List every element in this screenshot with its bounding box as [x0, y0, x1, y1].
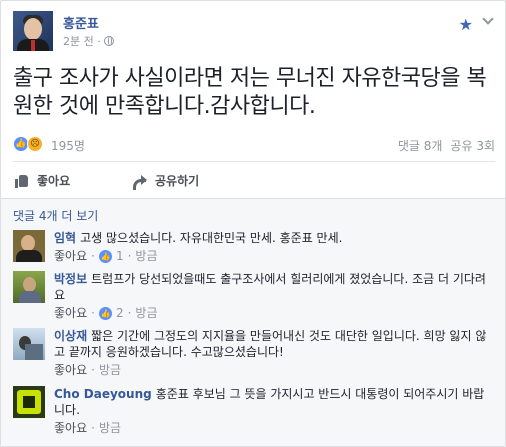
view-more-comments-link[interactable]: 댓글 4개 더 보기	[13, 207, 98, 224]
comments-count[interactable]: 댓글 8개	[398, 137, 443, 154]
comment-like-count[interactable]: 2	[116, 305, 124, 321]
separator: ·	[127, 249, 132, 263]
post-stats: 댓글 8개 공유 3회	[398, 137, 495, 154]
commenter-avatar[interactable]	[13, 271, 45, 303]
comment-time[interactable]: 방금	[99, 362, 121, 378]
share-icon	[133, 174, 147, 190]
commenter-name[interactable]: 임혁	[54, 231, 76, 245]
post-card: 홍준표 2분 전 · ★ 출구 조사가 사실이라면 저는 무너진 자유한국당을 …	[0, 0, 506, 447]
comment-text: 짧은 기간에 그정도의 지지율을 만들어내신 것도 대단한 일입니다. 희망 잃…	[54, 329, 487, 359]
like-button-label: 좋아요	[37, 174, 71, 188]
action-bar: 좋아요 공유하기	[13, 166, 495, 194]
comment-like-link[interactable]: 좋아요	[54, 420, 87, 436]
post-meta: 2분 전 ·	[63, 33, 114, 49]
commenter-avatar[interactable]	[13, 230, 45, 262]
thumbs-up-icon	[15, 174, 29, 188]
separator: ·	[91, 249, 95, 263]
separator: ·	[91, 306, 95, 320]
divider	[13, 161, 495, 162]
share-button-label: 공유하기	[155, 174, 200, 188]
reaction-count[interactable]: 195명	[51, 137, 85, 154]
comment-like-count[interactable]: 1	[116, 248, 124, 264]
commenter-avatar[interactable]	[13, 386, 45, 418]
separator: ·	[91, 363, 95, 377]
post-time[interactable]: 2분 전 ·	[63, 33, 101, 49]
comment-time[interactable]: 방금	[135, 248, 157, 264]
comment-time[interactable]: 방금	[99, 420, 121, 436]
like-count-icon: 👍	[98, 306, 112, 320]
separator: ·	[91, 421, 95, 435]
globe-icon	[103, 36, 114, 46]
chevron-down-icon[interactable]	[483, 15, 493, 25]
comment-like-link[interactable]: 좋아요	[54, 305, 87, 321]
star-icon[interactable]: ★	[459, 15, 473, 34]
sad-reaction-icon: ☹	[27, 136, 43, 152]
like-button[interactable]: 좋아요	[15, 172, 70, 189]
author-avatar[interactable]	[13, 11, 53, 51]
post-header: 홍준표 2분 전 · ★	[13, 11, 495, 57]
reactions-bar: 👍 ☹ 195명 댓글 8개 공유 3회	[13, 133, 495, 157]
comment-text: 고생 많으셨습니다. 자유대한민국 만세. 홍준표 만세.	[80, 231, 343, 245]
commenter-name[interactable]: 이상재	[54, 329, 87, 343]
shares-count[interactable]: 공유 3회	[450, 137, 495, 154]
comments-section: 댓글 4개 더 보기 임혁 고생 많으셨습니다. 자유대한민국 만세. 홍준표 만…	[1, 198, 505, 446]
comment-like-link[interactable]: 좋아요	[54, 248, 87, 264]
comment-text: 트럼프가 당선되었을때도 출구조사에서 힐러리에게 졌었습니다. 조금 더 기다…	[54, 272, 486, 302]
commenter-avatar[interactable]	[13, 328, 45, 360]
post-text: 출구 조사가 사실이라면 저는 무너진 자유한국당을 복원한 것에 만족합니다.…	[13, 66, 487, 119]
separator: ·	[127, 306, 132, 320]
share-button[interactable]: 공유하기	[133, 172, 200, 190]
commenter-name[interactable]: 박정보	[54, 272, 87, 286]
reaction-icons[interactable]: 👍 ☹	[13, 136, 43, 152]
author-name[interactable]: 홍준표	[63, 13, 99, 32]
like-count-icon: 👍	[98, 249, 112, 263]
commenter-name[interactable]: Cho Daeyoung	[54, 387, 152, 401]
comment-time[interactable]: 방금	[135, 305, 157, 321]
comment-like-link[interactable]: 좋아요	[54, 362, 87, 378]
